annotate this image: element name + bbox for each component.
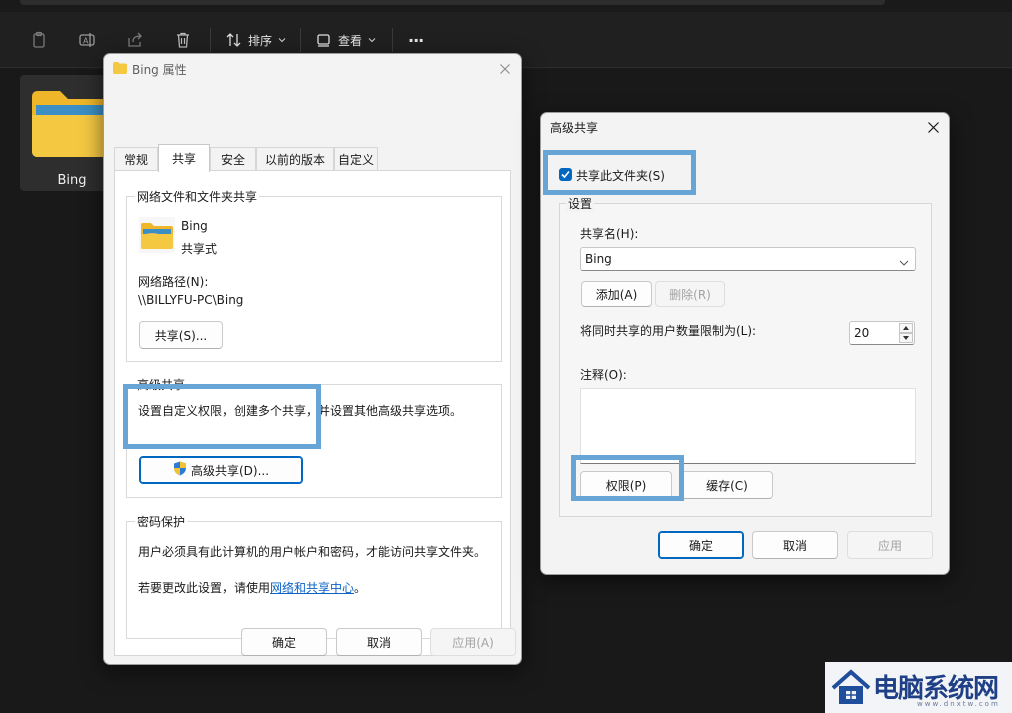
password-change-hint: 若要更改此设置，请使用网络和共享中心。 [138, 579, 366, 596]
share-name-value: Bing [585, 252, 612, 266]
chevron-down-icon [368, 36, 376, 44]
spin-up-button[interactable] [899, 323, 913, 333]
cancel-button[interactable]: 取消 [336, 628, 422, 656]
user-limit-label: 将同时共享的用户数量限制为(L): [580, 324, 757, 338]
permissions-button-highlight [571, 455, 684, 501]
chevron-down-icon [899, 256, 909, 270]
close-button[interactable] [494, 58, 516, 80]
password-protection-group: 密码保护 用户必须具有此计算机的用户帐户和密码，才能访问共享文件夹。 若要更改此… [126, 513, 502, 639]
caret-up-icon [903, 326, 909, 330]
comment-label: 注释(O): [580, 368, 627, 382]
house-logo-icon [831, 668, 871, 711]
sort-icon [226, 32, 242, 48]
tab-sharing[interactable]: 共享 [158, 144, 210, 172]
user-limit-spinbox[interactable]: 20 [849, 321, 915, 345]
network-path-label: 网络路径(N): [138, 275, 209, 289]
share-name-select[interactable]: Bing [580, 247, 916, 271]
tab-general[interactable]: 常规 [114, 147, 158, 171]
uac-shield-icon [173, 461, 187, 479]
delete-button[interactable] [174, 28, 192, 52]
add-button[interactable]: 添加(A) [581, 281, 652, 307]
share-icon [126, 31, 144, 49]
advanced-button-highlight [123, 384, 321, 449]
chevron-down-icon [278, 36, 286, 44]
close-button[interactable] [922, 116, 944, 138]
user-limit-value: 20 [854, 326, 870, 340]
caching-button[interactable]: 缓存(C) [681, 471, 773, 499]
clipboard-icon [30, 31, 48, 49]
toolbar-divider [392, 28, 393, 52]
cancel-button[interactable]: 取消 [752, 531, 838, 559]
share-name-label: 共享名(H): [580, 227, 639, 241]
advanced-sharing-button-label: 高级共享(D)... [190, 463, 270, 478]
svg-text:A: A [83, 37, 89, 46]
rename-button[interactable]: A [78, 28, 96, 52]
properties-dialog: Bing 属性 常规 共享 安全 以前的版本 自定义 网络文件和文件夹共享 Bi… [103, 53, 522, 665]
ok-button[interactable]: 确定 [241, 628, 327, 656]
advanced-sharing-title: 高级共享 [550, 121, 599, 135]
properties-titlebar: Bing 属性 [104, 54, 521, 84]
ok-button[interactable]: 确定 [658, 531, 744, 559]
tab-previous-versions[interactable]: 以前的版本 [256, 147, 334, 171]
advanced-sharing-titlebar: 高级共享 [541, 113, 949, 143]
toolbar-divider [300, 28, 301, 52]
view-button[interactable]: 查看 [316, 28, 376, 52]
folder-icon [30, 87, 114, 162]
apply-button[interactable]: 应用(A) [430, 628, 516, 656]
close-icon [500, 64, 510, 74]
more-icon: ··· [408, 30, 424, 50]
shared-folder-icon [139, 217, 175, 256]
more-options-button[interactable]: ··· [408, 28, 424, 52]
share-checkbox-highlight [543, 150, 696, 195]
apply-button[interactable]: 应用 [847, 531, 933, 559]
properties-title: Bing 属性 [132, 63, 187, 77]
paste-button[interactable] [30, 28, 48, 52]
watermark-subtext: www.dnxtw.com [917, 700, 1000, 708]
site-watermark: 电脑系统网 www.dnxtw.com [825, 662, 1012, 713]
network-sharing-group-label: 网络文件和文件夹共享 [135, 188, 260, 205]
settings-group-label: 设置 [566, 195, 595, 212]
network-path-value: \\BILLYFU-PC\Bing [138, 293, 244, 307]
password-description: 用户必须具有此计算机的用户帐户和密码，才能访问共享文件夹。 [138, 545, 487, 559]
tab-customize[interactable]: 自定义 [334, 147, 378, 171]
remove-button[interactable]: 删除(R) [655, 281, 725, 307]
shared-folder-name: Bing [181, 219, 208, 233]
comment-textarea[interactable] [580, 388, 916, 464]
trash-icon [174, 31, 192, 49]
sort-label: 排序 [248, 33, 273, 48]
change-hint-suffix: 。 [354, 581, 367, 595]
toolbar-divider [210, 28, 211, 52]
network-sharing-group: 网络文件和文件夹共享 Bing 共享式 网络路径(N): \\BILLYFU-P… [126, 188, 502, 362]
sharing-status: 共享式 [181, 242, 218, 256]
password-protection-group-label: 密码保护 [135, 513, 188, 530]
share-toolbar-button[interactable] [126, 28, 144, 52]
caret-down-icon [903, 336, 909, 340]
share-button[interactable]: 共享(S)... [139, 321, 223, 349]
view-label: 查看 [338, 33, 363, 48]
change-hint-prefix: 若要更改此设置，请使用 [138, 581, 271, 595]
advanced-sharing-button[interactable]: 高级共享(D)... [139, 456, 303, 484]
window-top-strip [0, 0, 1012, 12]
close-icon [927, 121, 939, 133]
tab-security[interactable]: 安全 [210, 147, 256, 171]
rename-icon: A [78, 31, 96, 49]
network-sharing-center-link[interactable]: 网络和共享中心 [270, 581, 354, 595]
spin-down-button[interactable] [899, 333, 913, 343]
address-bar-edge [20, 0, 885, 5]
folder-small-icon [113, 62, 127, 77]
sort-button[interactable]: 排序 [226, 28, 286, 52]
view-icon [316, 32, 332, 48]
